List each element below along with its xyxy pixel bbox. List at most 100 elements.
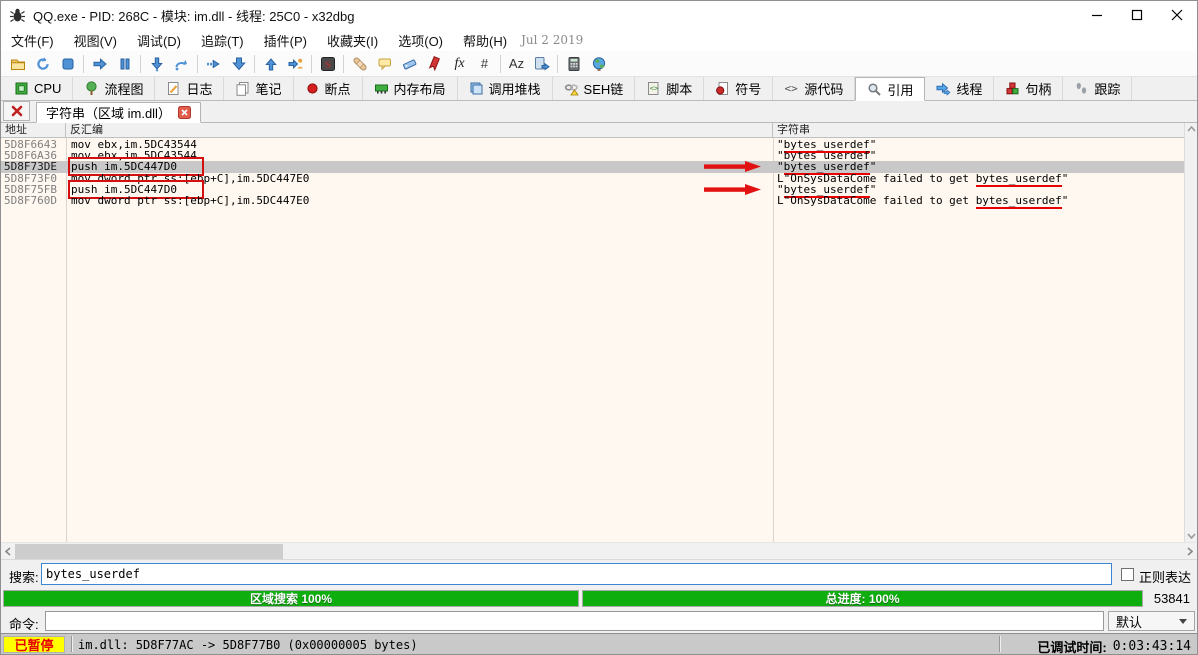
regex-checkbox[interactable] <box>1121 568 1134 581</box>
strings-table-rows: 5D8F6643mov ebx,im.5DC43544"bytes_userde… <box>1 139 1186 206</box>
menu-item[interactable]: 插件(P) <box>254 31 317 50</box>
menu-item[interactable]: 追踪(T) <box>191 31 254 50</box>
run-icon[interactable] <box>87 52 112 75</box>
tab-label: 符号 <box>735 79 761 98</box>
comments-icon[interactable] <box>372 52 397 75</box>
tab-source[interactable]: <>源代码 <box>773 77 855 100</box>
tab-label: 线程 <box>956 79 982 98</box>
search-input[interactable] <box>41 563 1112 585</box>
strings-result-tab[interactable]: 字符串（区域 im.dll） <box>36 102 201 123</box>
tab-label: 日志 <box>186 79 212 98</box>
stop-debugging-icon[interactable] <box>55 52 80 75</box>
close-button[interactable] <box>1157 1 1197 29</box>
stack-trace-icon[interactable]: # <box>472 52 497 75</box>
address-cell: 5D8F760D <box>1 195 66 206</box>
preferences-font-icon[interactable]: Aᴢ <box>504 52 529 75</box>
menu-item[interactable]: 选项(O) <box>388 31 453 50</box>
tab-threads[interactable]: 线程 <box>925 77 994 100</box>
column-header-string[interactable]: 字符串 <box>773 123 1186 137</box>
tab-close-icon[interactable] <box>178 106 191 119</box>
tab-references[interactable]: 引用 <box>855 77 925 101</box>
tab-log[interactable]: 日志 <box>155 77 224 100</box>
maximize-button[interactable] <box>1117 1 1157 29</box>
command-input[interactable] <box>45 611 1104 631</box>
toolbar-separator <box>500 55 501 73</box>
table-row[interactable]: 5D8F760Dmov dword ptr ss:[ebp+C],im.5DC4… <box>1 195 1186 206</box>
toolbar-separator <box>140 55 141 73</box>
check-updates-icon[interactable] <box>586 52 611 75</box>
tab-notes[interactable]: 笔记 <box>224 77 293 100</box>
step-into-icon[interactable] <box>144 52 169 75</box>
statusbar-divider <box>999 636 1001 652</box>
graph-icon <box>84 81 99 96</box>
search-match: bytes_userdef <box>976 194 1062 209</box>
calculator-icon[interactable] <box>561 52 586 75</box>
horizontal-scrollbar[interactable] <box>1 542 1197 559</box>
menu-item[interactable]: 帮助(H) <box>453 31 517 50</box>
log-icon <box>166 81 181 96</box>
labels-icon[interactable] <box>397 52 422 75</box>
toolbar-separator <box>197 55 198 73</box>
scylla-dump-icon[interactable]: S <box>315 52 340 75</box>
tab-trace[interactable]: 跟踪 <box>1063 77 1132 100</box>
region-search-progressbar: 区域搜索 100% <box>3 590 579 607</box>
svg-text:<>: <> <box>785 82 799 95</box>
progress-row: 区域搜索 100% 总进度: 100% 53841 <box>1 588 1197 609</box>
tab-seh[interactable]: SEH链 <box>553 77 636 100</box>
execute-till-return-icon[interactable] <box>258 52 283 75</box>
tab-script[interactable]: <>脚本 <box>635 77 704 100</box>
menu-item[interactable]: 文件(F) <box>1 31 64 50</box>
patches-icon[interactable] <box>347 52 372 75</box>
menu-item[interactable]: 收藏夹(I) <box>317 31 388 50</box>
hscroll-thumb[interactable] <box>15 544 283 559</box>
scroll-right-icon[interactable] <box>1183 543 1197 560</box>
bookmarks-icon[interactable] <box>422 52 447 75</box>
strings-result-tab-label: 字符串（区域 im.dll） <box>46 103 171 122</box>
assembler-icon[interactable] <box>529 52 554 75</box>
column-header-address[interactable]: 地址 <box>1 123 66 137</box>
tab-label: 流程图 <box>104 79 143 98</box>
vertical-scrollbar[interactable] <box>1184 123 1197 542</box>
build-date: Jul 2 2019 <box>521 33 583 47</box>
tab-label: CPU <box>34 81 61 96</box>
tab-callstack[interactable]: 调用堆栈 <box>458 77 553 100</box>
step-over-icon[interactable] <box>169 52 194 75</box>
trace-into-icon[interactable] <box>201 52 226 75</box>
disassembly-cell: mov dword ptr ss:[ebp+C],im.5DC447E0 <box>66 195 773 206</box>
close-all-tabs-button[interactable] <box>3 101 30 121</box>
tab-graph[interactable]: 流程图 <box>73 77 155 100</box>
strings-table: 地址 反汇编 字符串 5D8F6643mov ebx,im.5DC43544"b… <box>1 123 1197 542</box>
column-header-disassembly[interactable]: 反汇编 <box>66 123 773 137</box>
status-message: im.dll: 5D8F77AC -> 5D8F77B0 (0x00000005… <box>78 638 418 652</box>
scroll-left-icon[interactable] <box>1 543 15 560</box>
profile-dropdown[interactable]: 默认 <box>1108 611 1195 631</box>
restart-icon[interactable] <box>30 52 55 75</box>
menu-item[interactable]: 视图(V) <box>64 31 127 50</box>
minimize-button[interactable] <box>1077 1 1117 29</box>
window-title: QQ.exe - PID: 268C - 模块: im.dll - 线程: 25… <box>33 6 355 25</box>
menu-item[interactable]: 调试(D) <box>127 31 191 50</box>
trace-over-icon[interactable] <box>226 52 251 75</box>
tab-symbols[interactable]: 符号 <box>704 77 773 100</box>
hscroll-track[interactable] <box>15 543 1183 560</box>
toolbar-separator <box>557 55 558 73</box>
document-tab-bar: 字符串（区域 im.dll） <box>1 101 1197 123</box>
total-progress-label: 总进度: 100% <box>825 590 899 607</box>
tab-memory[interactable]: 内存布局 <box>363 77 458 100</box>
references-icon <box>867 82 882 97</box>
breakpoint-icon <box>305 81 320 96</box>
table-row[interactable]: 5D8F73DEpush im.5DC447D0"bytes_userdef" <box>1 161 1186 172</box>
total-progressbar: 总进度: 100% <box>582 590 1143 607</box>
menu-bar: 文件(F)视图(V)调试(D)追踪(T)插件(P)收藏夹(I)选项(O)帮助(H… <box>1 29 1197 51</box>
pause-icon[interactable] <box>112 52 137 75</box>
functions-icon[interactable]: fx <box>447 52 472 75</box>
tab-breakpoint[interactable]: 断点 <box>294 77 363 100</box>
open-file-icon[interactable] <box>5 52 30 75</box>
profile-dropdown-value: 默认 <box>1116 612 1142 631</box>
run-to-user-code-icon[interactable] <box>283 52 308 75</box>
seh-icon <box>564 81 579 96</box>
memory-icon <box>374 81 389 96</box>
tab-cpu[interactable]: CPU <box>3 77 73 100</box>
search-label: 搜索: <box>9 567 39 586</box>
tab-handles[interactable]: 句柄 <box>994 77 1063 100</box>
